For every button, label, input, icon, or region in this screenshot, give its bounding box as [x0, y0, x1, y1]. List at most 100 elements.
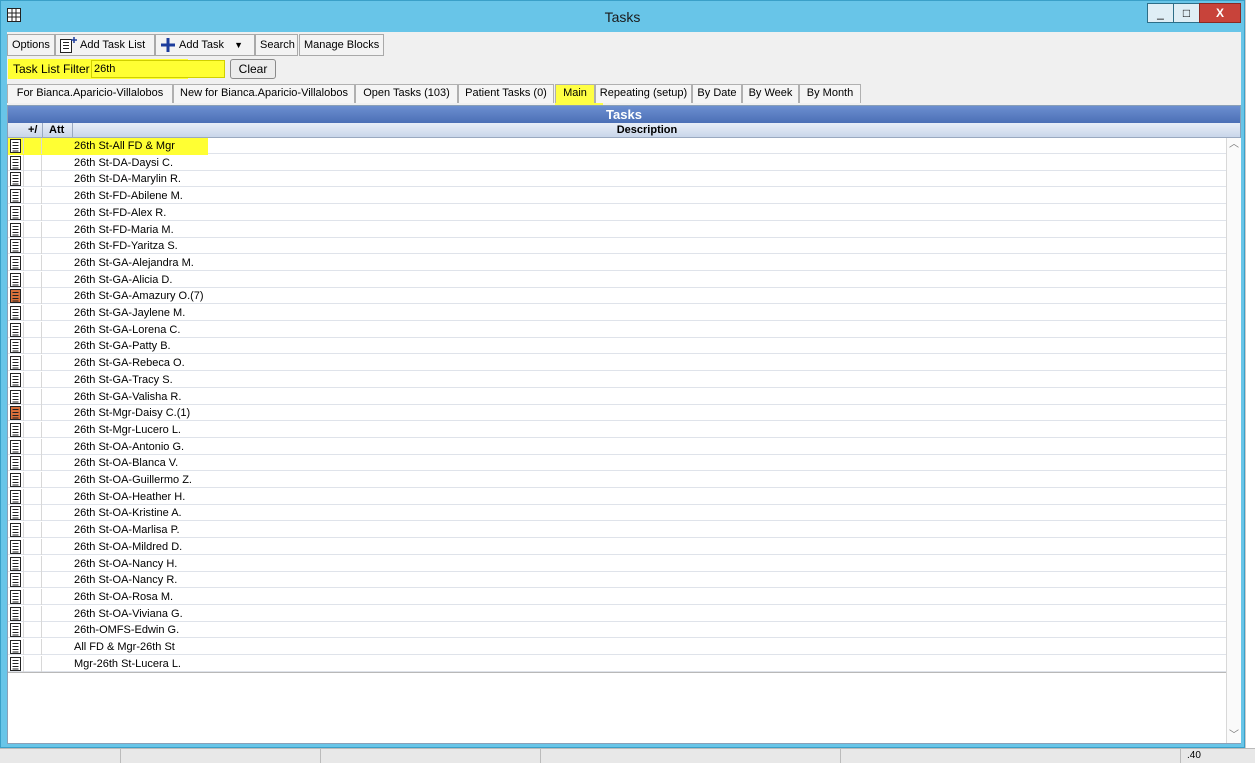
task-list-row[interactable]: 26th St-GA-Alejandra M.: [8, 254, 1226, 271]
task-list-row[interactable]: 26th St-GA-Rebeca O.: [8, 355, 1226, 372]
task-list-row[interactable]: 26th St-DA-Marylin R.: [8, 171, 1226, 188]
task-list-row[interactable]: 26th St-FD-Alex R.: [8, 204, 1226, 221]
task-list-row[interactable]: 26th St-OA-Kristine A.: [8, 505, 1226, 522]
task-list-row[interactable]: 26th St-OA-Heather H.: [8, 488, 1226, 505]
task-list-row[interactable]: 26th St-FD-Yaritza S.: [8, 238, 1226, 255]
task-list-row[interactable]: 26th St-OA-Mildred D.: [8, 538, 1226, 555]
row-expand-cell[interactable]: [8, 254, 24, 271]
tab-by-week[interactable]: By Week: [742, 84, 799, 103]
row-expand-cell[interactable]: [8, 522, 24, 539]
task-list-row[interactable]: 26th St-Mgr-Lucero L.: [8, 421, 1226, 438]
tab-main[interactable]: Main: [555, 84, 595, 103]
row-expand-cell[interactable]: [8, 204, 24, 221]
search-button[interactable]: Search: [255, 34, 298, 56]
clear-button[interactable]: Clear: [230, 59, 276, 79]
row-expand-cell[interactable]: [8, 505, 24, 522]
row-expand-cell[interactable]: [8, 305, 24, 321]
tab-new-for-bianca[interactable]: New for Bianca.Aparicio-Villalobos: [173, 84, 355, 103]
task-list-row[interactable]: 26th St-All FD & Mgr: [8, 138, 1226, 155]
row-expand-cell[interactable]: [8, 405, 24, 422]
row-description: 26th St-OA-Blanca V.: [74, 457, 179, 470]
row-expand-cell[interactable]: [8, 338, 24, 355]
scroll-up-icon[interactable]: ︿: [1227, 138, 1241, 152]
minimize-button[interactable]: _: [1147, 3, 1174, 23]
task-list-row[interactable]: 26th St-GA-Jaylene M.: [8, 305, 1226, 321]
add-task-list-button[interactable]: Add Task List: [55, 34, 155, 56]
row-expand-cell[interactable]: [8, 388, 24, 405]
row-expand-cell[interactable]: [8, 421, 24, 438]
task-list-row[interactable]: All FD & Mgr-26th St: [8, 639, 1226, 655]
task-list-row[interactable]: 26th St-GA-Tracy S.: [8, 371, 1226, 388]
add-task-button[interactable]: Add Task ▼: [155, 34, 255, 56]
row-expand-cell[interactable]: [8, 154, 24, 171]
close-button[interactable]: X: [1199, 3, 1241, 23]
row-expand-cell[interactable]: [8, 271, 24, 288]
task-list-row[interactable]: 26th St-FD-Abilene M.: [8, 188, 1226, 205]
row-expand-cell[interactable]: [8, 555, 24, 572]
tab-open-tasks[interactable]: Open Tasks (103): [355, 84, 458, 103]
task-list-row[interactable]: 26th St-GA-Patty B.: [8, 338, 1226, 355]
task-list-row[interactable]: 26th St-OA-Guillermo Z.: [8, 472, 1226, 488]
row-description: 26th St-GA-Patty B.: [74, 340, 171, 353]
maximize-button[interactable]: □: [1173, 3, 1200, 23]
task-list-row[interactable]: 26th-OMFS-Edwin G.: [8, 622, 1226, 639]
row-expand-cell[interactable]: [8, 538, 24, 555]
tab-repeating[interactable]: Repeating (setup): [595, 84, 692, 103]
task-list-row[interactable]: 26th St-OA-Rosa M.: [8, 588, 1226, 605]
row-expand-cell[interactable]: [8, 455, 24, 472]
task-list-icon: [10, 573, 21, 588]
row-expand-cell[interactable]: [8, 171, 24, 188]
task-list-row[interactable]: 26th St-OA-Nancy H.: [8, 555, 1226, 572]
task-list-row[interactable]: 26th St-GA-Alicia D.: [8, 271, 1226, 288]
row-expand-cell[interactable]: [8, 238, 24, 255]
row-description: 26th St-Mgr-Daisy C.(1): [74, 407, 191, 420]
dropdown-arrow-icon[interactable]: ▼: [234, 40, 243, 50]
tab-by-month[interactable]: By Month: [799, 84, 861, 103]
task-list-row[interactable]: 26th St-OA-Blanca V.: [8, 455, 1226, 472]
task-list-row[interactable]: Mgr-26th St-Lucera L.: [8, 655, 1226, 672]
row-att-cell: [24, 204, 42, 221]
task-list-row[interactable]: 26th St-OA-Antonio G.: [8, 438, 1226, 455]
task-list-pending-icon: [10, 406, 21, 421]
row-expand-cell[interactable]: [8, 472, 24, 488]
row-expand-cell[interactable]: [8, 221, 24, 238]
task-list-row[interactable]: 26th St-OA-Marlisa P.: [8, 522, 1226, 539]
vertical-scrollbar[interactable]: ︿ ﹀: [1226, 138, 1241, 743]
task-list-row[interactable]: 26th St-DA-Daysi C.: [8, 154, 1226, 171]
task-list-filter-input[interactable]: [91, 60, 225, 78]
title-bar[interactable]: Tasks _ □ X: [1, 1, 1244, 31]
task-list-row[interactable]: 26th St-FD-Maria M.: [8, 221, 1226, 238]
row-expand-cell[interactable]: [8, 622, 24, 639]
row-expand-cell[interactable]: [8, 438, 24, 455]
tab-for-bianca[interactable]: For Bianca.Aparicio-Villalobos: [7, 84, 173, 103]
row-expand-cell[interactable]: [8, 321, 24, 338]
row-expand-cell[interactable]: [8, 488, 24, 505]
col-expand-header[interactable]: +/: [28, 123, 37, 137]
manage-blocks-button[interactable]: Manage Blocks: [299, 34, 384, 56]
row-expand-cell[interactable]: [8, 188, 24, 205]
col-description-header[interactable]: Description: [72, 123, 1222, 137]
task-list-row[interactable]: 26th St-Mgr-Daisy C.(1): [8, 405, 1226, 422]
row-expand-cell[interactable]: [8, 355, 24, 372]
row-expand-cell[interactable]: [8, 572, 24, 589]
row-expand-cell[interactable]: [8, 138, 24, 154]
scroll-down-icon[interactable]: ﹀: [1227, 729, 1241, 743]
tab-label: By Month: [806, 87, 854, 99]
task-list-row[interactable]: 26th St-OA-Viviana G.: [8, 605, 1226, 622]
task-list-row[interactable]: 26th St-GA-Valisha R.: [8, 388, 1226, 405]
row-expand-cell[interactable]: [8, 639, 24, 655]
task-list-row[interactable]: 26th St-GA-Amazury O.(7): [8, 288, 1226, 305]
row-expand-cell[interactable]: [8, 371, 24, 388]
tab-by-date[interactable]: By Date: [692, 84, 742, 103]
minimize-icon: _: [1157, 6, 1164, 20]
tab-patient-tasks[interactable]: Patient Tasks (0): [458, 84, 554, 103]
task-list-row[interactable]: 26th St-GA-Lorena C.: [8, 321, 1226, 338]
row-expand-cell[interactable]: [8, 588, 24, 605]
options-button[interactable]: Options: [7, 34, 55, 56]
row-expand-cell[interactable]: [8, 605, 24, 622]
task-list-row[interactable]: 26th St-OA-Nancy R.: [8, 572, 1226, 589]
window-title: Tasks: [604, 9, 641, 25]
col-att-header[interactable]: Att: [49, 123, 64, 137]
row-expand-cell[interactable]: [8, 655, 24, 672]
row-expand-cell[interactable]: [8, 288, 24, 305]
